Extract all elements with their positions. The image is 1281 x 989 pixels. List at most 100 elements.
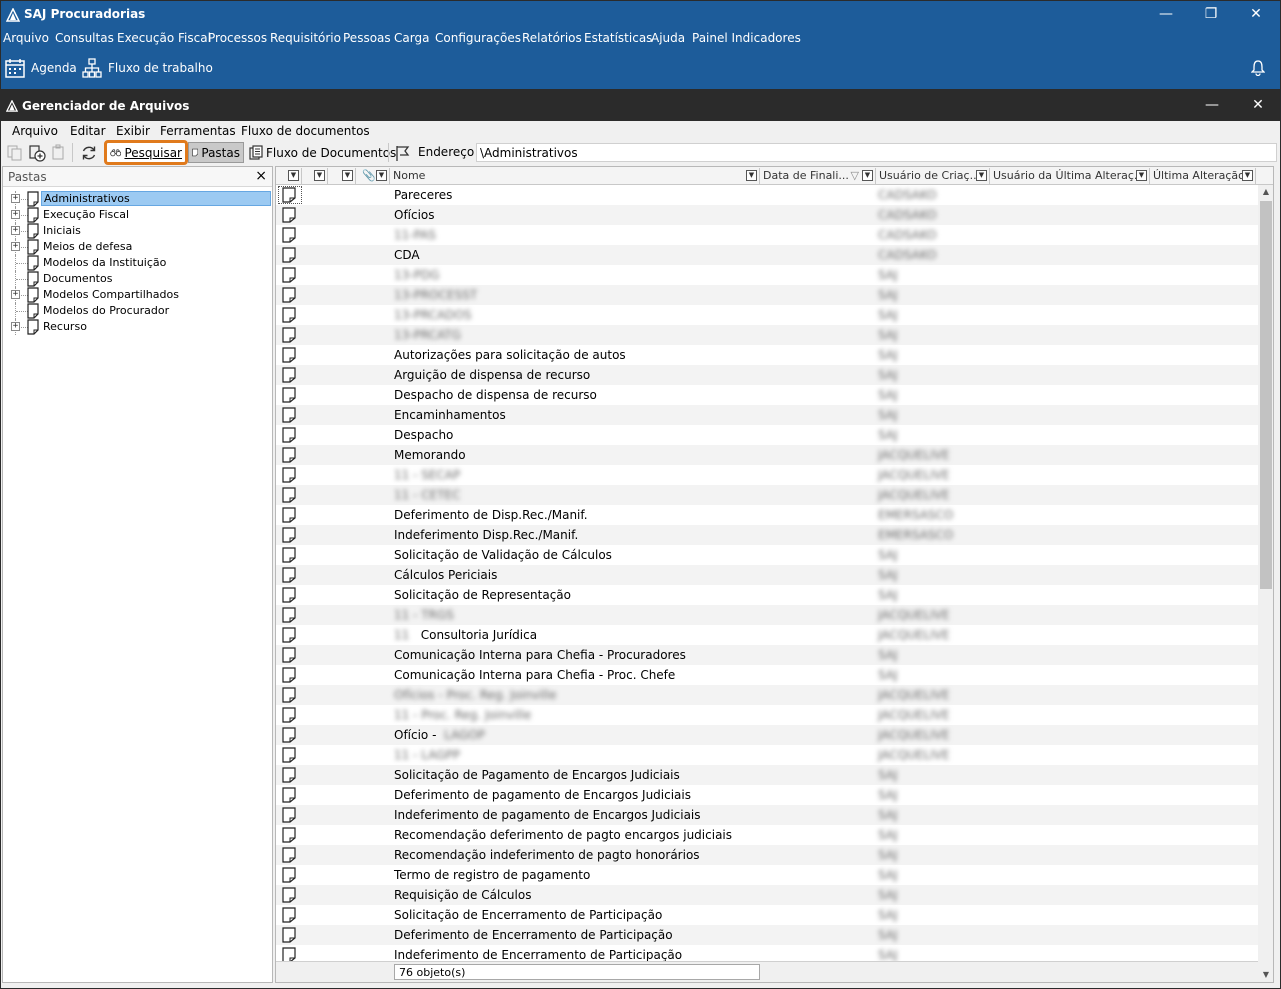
table-row[interactable]: Deferimento de Disp.Rec./Manif. EMERSASCO xyxy=(276,505,1258,525)
table-row[interactable]: Deferimento de pagamento de Encargos Jud… xyxy=(276,785,1258,805)
table-row[interactable]: Recomendação deferimento de pagto encarg… xyxy=(276,825,1258,845)
table-row[interactable]: 13-PDG SAJ xyxy=(276,265,1258,285)
column-type-filter[interactable]: ▼ xyxy=(276,168,302,184)
column-last-modified-by[interactable]: Usuário da Última Alteraç... ▼ xyxy=(990,168,1150,184)
menu-processos[interactable]: Processos xyxy=(208,31,267,45)
table-row[interactable]: Deferimento de Encerramento de Participa… xyxy=(276,925,1258,945)
close-button[interactable]: ✕ xyxy=(1234,2,1278,26)
inner-close-button[interactable]: ✕ xyxy=(1238,93,1278,117)
workflow-button[interactable]: Fluxo de trabalho xyxy=(82,56,213,80)
paste-icon[interactable] xyxy=(50,144,68,162)
menu-file[interactable]: Arquivo xyxy=(12,124,58,138)
menu-pessoas[interactable]: Pessoas xyxy=(343,31,391,45)
table-row[interactable]: Ofícios - Proc. Reg. Joinville JACQUELIVE xyxy=(276,685,1258,705)
folders-panel-close-button[interactable]: × xyxy=(255,168,267,184)
menu-execucao-fiscal[interactable]: Execução Fiscal xyxy=(117,31,211,45)
table-row[interactable]: Solicitação de Representação SAJ xyxy=(276,585,1258,605)
table-row[interactable]: 13-PROCESST SAJ xyxy=(276,285,1258,305)
table-row[interactable]: 11 - TRGS JACQUELIVE xyxy=(276,605,1258,625)
table-row[interactable]: Encaminhamentos SAJ xyxy=(276,405,1258,425)
folder-tree-item[interactable]: + Administrativos xyxy=(3,191,271,207)
table-row[interactable]: 11 - LAGPP JACQUELIVE xyxy=(276,745,1258,765)
bell-icon[interactable] xyxy=(1251,60,1265,76)
table-row[interactable]: Cálculos Periciais SAJ xyxy=(276,565,1258,585)
inner-minimize-button[interactable]: — xyxy=(1192,93,1232,117)
menu-arquivo[interactable]: Arquivo xyxy=(3,31,49,45)
expand-icon[interactable]: + xyxy=(11,226,20,235)
menu-requisitorio[interactable]: Requisitório xyxy=(270,31,341,45)
table-row[interactable]: Despacho de dispensa de recurso SAJ xyxy=(276,385,1258,405)
column-name[interactable]: Nome ▼ xyxy=(390,168,760,184)
menu-document-flow[interactable]: Fluxo de documentos xyxy=(241,124,370,138)
menu-painel-indicadores[interactable]: Painel Indicadores xyxy=(692,31,801,45)
folder-tree-item[interactable]: + Execução Fiscal xyxy=(3,207,271,223)
expand-icon[interactable]: + xyxy=(11,290,20,299)
table-row[interactable]: Despacho SAJ xyxy=(276,425,1258,445)
column-status-filter[interactable]: ▼ xyxy=(302,168,328,184)
column-lock-filter[interactable]: ▼ xyxy=(328,168,356,184)
folder-tree-item[interactable]: Modelos do Procurador xyxy=(3,303,271,319)
search-button[interactable]: Pesquisar xyxy=(104,140,188,165)
table-row[interactable]: 11 - SECAP JACQUELIVE xyxy=(276,465,1258,485)
scrollbar-thumb[interactable] xyxy=(1260,201,1272,589)
chevron-down-icon[interactable]: ▼ xyxy=(376,170,387,181)
table-row[interactable]: Solicitação de Pagamento de Encargos Jud… xyxy=(276,765,1258,785)
vertical-scrollbar[interactable]: ▲ ▼ xyxy=(1258,185,1273,982)
agenda-button[interactable]: Agenda xyxy=(5,56,77,80)
menu-estatisticas[interactable]: Estatísticas xyxy=(584,31,652,45)
table-row[interactable]: 13-PRCATG SAJ xyxy=(276,325,1258,345)
folder-tree-item[interactable]: Modelos da Instituição xyxy=(3,255,271,271)
chevron-down-icon[interactable]: ▼ xyxy=(862,170,873,181)
folders-toggle-button[interactable]: Pastas xyxy=(188,142,244,163)
table-row[interactable]: Arguição de dispensa de recurso SAJ xyxy=(276,365,1258,385)
menu-ajuda[interactable]: Ajuda xyxy=(651,31,685,45)
folder-tree-item[interactable]: + Meios de defesa xyxy=(3,239,271,255)
table-row[interactable]: Ofício - LAGOP JACQUELIVE xyxy=(276,725,1258,745)
table-row[interactable]: Requisição de Cálculos SAJ xyxy=(276,885,1258,905)
expand-icon[interactable]: + xyxy=(11,322,20,331)
minimize-button[interactable]: — xyxy=(1144,2,1188,26)
table-row[interactable]: CDA CADSAKO xyxy=(276,245,1258,265)
folder-tree-item[interactable]: + Recurso xyxy=(3,319,271,335)
document-flow-button[interactable]: Fluxo de Documentos xyxy=(246,142,399,163)
table-row[interactable]: 11 - Proc. Reg. Joinville JACQUELIVE xyxy=(276,705,1258,725)
chevron-down-icon[interactable]: ▼ xyxy=(288,170,299,181)
table-row[interactable]: Indeferimento Disp.Rec./Manif. EMERSASCO xyxy=(276,525,1258,545)
column-finalization-date[interactable]: Data de Finali... ▽ ▼ xyxy=(760,168,876,184)
expand-icon[interactable]: + xyxy=(11,242,20,251)
chevron-down-icon[interactable]: ▼ xyxy=(314,170,325,181)
menu-edit[interactable]: Editar xyxy=(70,124,106,138)
menu-view[interactable]: Exibir xyxy=(116,124,150,138)
table-row[interactable]: Ofícios CADSAKO xyxy=(276,205,1258,225)
table-row[interactable]: Indeferimento de pagamento de Encargos J… xyxy=(276,805,1258,825)
chevron-down-icon[interactable]: ▼ xyxy=(746,170,757,181)
chevron-down-icon[interactable]: ▼ xyxy=(976,170,987,181)
restore-button[interactable]: ❐ xyxy=(1189,2,1233,26)
table-row[interactable]: Recomendação indeferimento de pagto hono… xyxy=(276,845,1258,865)
refresh-icon[interactable] xyxy=(80,144,98,162)
scroll-down-icon[interactable]: ▼ xyxy=(1258,968,1273,982)
table-row[interactable]: Comunicação Interna para Chefia - Proc. … xyxy=(276,665,1258,685)
scroll-up-icon[interactable]: ▲ xyxy=(1258,185,1273,199)
folder-tree-item[interactable]: Documentos xyxy=(3,271,271,287)
address-input[interactable] xyxy=(476,143,1277,162)
table-row[interactable]: Indeferimento de Encerramento de Partici… xyxy=(276,945,1258,961)
expand-icon[interactable]: + xyxy=(11,194,20,203)
table-row[interactable]: 11 - CETEC JACQUELIVE xyxy=(276,485,1258,505)
chevron-down-icon[interactable]: ▼ xyxy=(1136,170,1147,181)
column-attachment-filter[interactable]: 📎 ▼ xyxy=(356,168,390,184)
column-last-modified[interactable]: Última Alteração ▼ xyxy=(1150,168,1256,184)
expand-icon[interactable]: + xyxy=(11,210,20,219)
table-row[interactable]: Comunicação Interna para Chefia - Procur… xyxy=(276,645,1258,665)
table-row[interactable]: Memorando JACQUELIVE xyxy=(276,445,1258,465)
menu-carga[interactable]: Carga xyxy=(394,31,429,45)
table-row[interactable]: Pareceres CADSAKO xyxy=(276,185,1258,205)
new-document-icon[interactable] xyxy=(28,144,46,162)
menu-tools[interactable]: Ferramentas xyxy=(160,124,236,138)
menu-configuracoes[interactable]: Configurações xyxy=(435,31,521,45)
menu-relatorios[interactable]: Relatórios xyxy=(522,31,582,45)
chevron-down-icon[interactable]: ▼ xyxy=(342,170,353,181)
chevron-down-icon[interactable]: ▼ xyxy=(1242,170,1253,181)
table-row[interactable]: Solicitação de Validação de Cálculos SAJ xyxy=(276,545,1258,565)
column-created-by[interactable]: Usuário de Criaç... ▼ xyxy=(876,168,990,184)
